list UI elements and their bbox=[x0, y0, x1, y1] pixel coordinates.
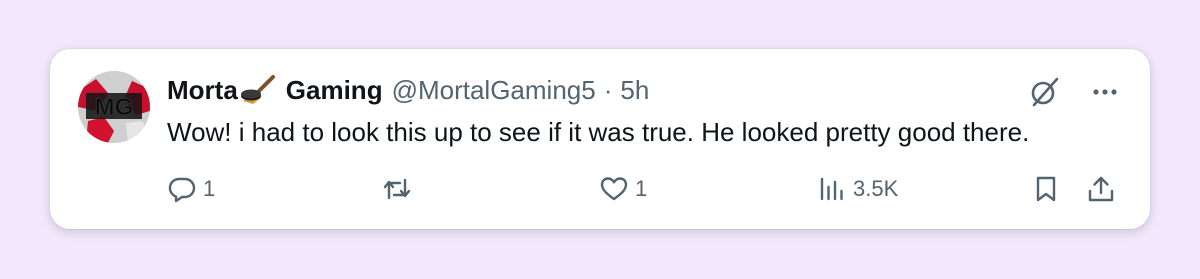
author-name[interactable]: Morta Gaming bbox=[167, 73, 383, 107]
like-count: 1 bbox=[635, 176, 648, 201]
author-name-part1: Morta bbox=[167, 75, 238, 105]
avatar-initials: MG bbox=[95, 94, 134, 121]
reply-bubble-icon bbox=[168, 177, 196, 203]
reply-count: 1 bbox=[203, 176, 216, 201]
author-handle[interactable]: @MortalGaming5 bbox=[392, 73, 596, 107]
author-name-part2: Gaming bbox=[285, 75, 383, 105]
more-dots-icon[interactable] bbox=[1090, 77, 1120, 107]
tweet-text: Wow! i had to look this up to see if it … bbox=[167, 117, 1030, 147]
heart-icon bbox=[600, 177, 628, 201]
views-button[interactable]: 3.5K bbox=[817, 171, 898, 207]
avatar-image: MG bbox=[78, 71, 150, 143]
share-upload-icon bbox=[1088, 176, 1114, 202]
view-count: 3.5K bbox=[853, 176, 899, 201]
share-button[interactable] bbox=[1086, 171, 1116, 207]
bookmark-icon bbox=[1036, 176, 1056, 202]
retweet-button[interactable] bbox=[382, 171, 418, 207]
timestamp[interactable]: 5h bbox=[620, 73, 649, 107]
reply-button[interactable]: 1 bbox=[167, 171, 215, 207]
tweet-card[interactable]: MG Morta Gaming @MortalGaming5 · 5h Wow!… bbox=[50, 49, 1150, 229]
tweet-top-actions bbox=[1028, 75, 1120, 109]
like-button[interactable]: 1 bbox=[599, 171, 647, 207]
grok-slash-icon[interactable] bbox=[1028, 75, 1062, 109]
tweet-header: Morta Gaming @MortalGaming5 · 5h bbox=[167, 73, 649, 107]
avatar[interactable]: MG bbox=[78, 71, 150, 143]
tweet-action-bar: 1 1 3.5K bbox=[167, 171, 1120, 207]
hockey-stick-puck-icon bbox=[239, 75, 279, 105]
separator-dot: · bbox=[603, 75, 613, 105]
retweet-icon bbox=[383, 178, 411, 200]
views-bar-chart-icon bbox=[820, 177, 843, 201]
bookmark-button[interactable] bbox=[1031, 171, 1061, 207]
